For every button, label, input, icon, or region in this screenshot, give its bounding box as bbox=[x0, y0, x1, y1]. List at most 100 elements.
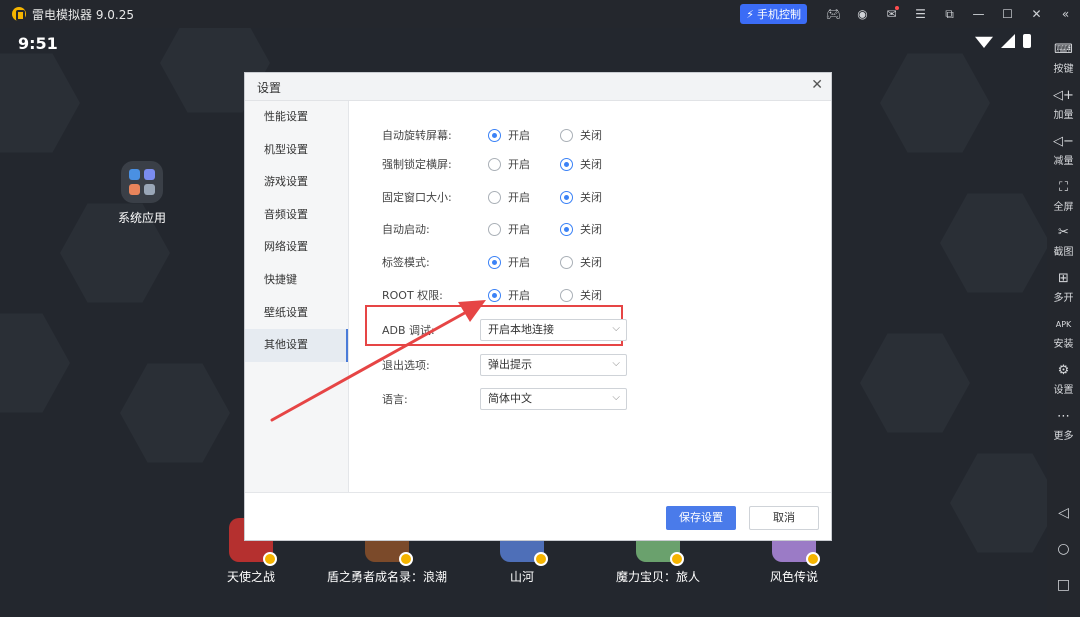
app-title: 雷电模拟器 9.0.25 bbox=[32, 7, 134, 22]
nav-item-other[interactable]: 其他设置 bbox=[245, 329, 348, 362]
gamepad-icon[interactable]: 🎮︎ bbox=[819, 0, 848, 28]
app-label: 天使之战 bbox=[226, 570, 275, 584]
setting-row: 自动启动: 开启 关闭 bbox=[349, 219, 831, 239]
recents-icon[interactable]: □ bbox=[1047, 577, 1080, 593]
sidebar-item-more[interactable]: ⋯ 更多 bbox=[1047, 409, 1080, 442]
language-select[interactable]: 简体中文 ⌵ bbox=[480, 388, 627, 410]
sidebar-item-volume-up[interactable]: ◁+ 加量 bbox=[1047, 88, 1080, 121]
wifi-icon bbox=[975, 36, 993, 48]
phone-control-button[interactable]: ⚡ 手机控制 bbox=[740, 4, 807, 24]
battery-icon bbox=[1023, 34, 1031, 48]
setting-label: 退出选项: bbox=[382, 359, 430, 372]
folder-icon bbox=[121, 161, 163, 203]
dialog-header: 设置 ✕ bbox=[245, 73, 831, 101]
nav-item-game[interactable]: 游戏设置 bbox=[245, 166, 348, 199]
sidebar-item-multi-open[interactable]: ⊞ 多开 bbox=[1047, 271, 1080, 304]
radio-off[interactable]: 关闭 bbox=[560, 189, 602, 205]
radio-unselected-icon bbox=[560, 128, 573, 142]
chevron-down-icon: ⌵ bbox=[612, 358, 620, 369]
settings-icon: ⚙ bbox=[1057, 363, 1070, 378]
radio-selected-icon bbox=[488, 255, 501, 269]
volume-up-icon: ◁+ bbox=[1053, 88, 1074, 103]
status-time: 9:51 bbox=[18, 34, 58, 53]
radio-on[interactable]: 开启 bbox=[488, 156, 530, 172]
setting-row: 强制锁定横屏: 开启 关闭 bbox=[349, 154, 831, 174]
mail-icon[interactable]: ✉ bbox=[877, 0, 906, 28]
nav-item-audio[interactable]: 音频设置 bbox=[245, 199, 348, 232]
volume-down-icon: ◁− bbox=[1053, 134, 1074, 149]
radio-on[interactable]: 开启 bbox=[488, 127, 530, 143]
setting-label: 固定窗口大小: bbox=[382, 191, 452, 204]
dialog-close-icon[interactable]: ✕ bbox=[811, 77, 823, 93]
radio-on[interactable]: 开启 bbox=[488, 254, 530, 270]
status-icons bbox=[975, 34, 1031, 48]
sidebar-item-settings[interactable]: ⚙ 设置 bbox=[1047, 363, 1080, 396]
settings-dialog: 设置 ✕ 性能设置 机型设置 游戏设置 音频设置 网络设置 快捷键 壁纸设置 其… bbox=[244, 72, 832, 541]
sidebar-item-fullscreen[interactable]: ⛶ 全屏 bbox=[1047, 180, 1080, 213]
cancel-button[interactable]: 取消 bbox=[749, 506, 819, 530]
nav-item-wallpaper[interactable]: 壁纸设置 bbox=[245, 297, 348, 330]
radio-off[interactable]: 关闭 bbox=[560, 287, 602, 303]
setting-label: 强制锁定横屏: bbox=[382, 158, 452, 171]
lightning-icon: ⚡ bbox=[746, 7, 754, 21]
maximize-icon[interactable]: ☐ bbox=[993, 0, 1022, 28]
radio-on[interactable]: 开启 bbox=[488, 287, 530, 303]
signal-icon bbox=[1001, 34, 1015, 48]
nav-item-performance[interactable]: 性能设置 bbox=[245, 101, 348, 134]
radio-off[interactable]: 关闭 bbox=[560, 127, 602, 143]
setting-row: ADB 调试: 开启本地连接 ⌵ bbox=[349, 319, 831, 341]
radio-selected-icon bbox=[560, 222, 573, 236]
app-label: 魔力宝贝：旅人 bbox=[615, 570, 700, 584]
dialog-title: 设置 bbox=[257, 81, 282, 95]
setting-label: 标签模式: bbox=[382, 256, 430, 269]
radio-on[interactable]: 开启 bbox=[488, 221, 530, 237]
setting-row-root: ROOT 权限: 开启 关闭 bbox=[349, 285, 831, 305]
nav-item-device-model[interactable]: 机型设置 bbox=[245, 134, 348, 167]
sidebar-item-volume-down[interactable]: ◁− 减量 bbox=[1047, 134, 1080, 167]
dialog-footer: 保存设置 取消 bbox=[245, 492, 831, 540]
setting-row: 语言: 简体中文 ⌵ bbox=[349, 388, 831, 410]
keyboard-icon: ⌨ bbox=[1054, 42, 1073, 57]
system-apps-label: 系统应用 bbox=[117, 211, 166, 225]
chevron-down-icon: ⌵ bbox=[612, 323, 620, 334]
close-icon[interactable]: ✕ bbox=[1022, 0, 1051, 28]
multi-open-icon: ⊞ bbox=[1058, 271, 1069, 286]
nav-item-network[interactable]: 网络设置 bbox=[245, 231, 348, 264]
sidebar-item-screenshot[interactable]: ✂ 截图 bbox=[1047, 225, 1080, 258]
radio-unselected-icon bbox=[488, 157, 501, 171]
app-label: 风色传说 bbox=[769, 570, 818, 584]
adb-debug-select[interactable]: 开启本地连接 ⌵ bbox=[480, 319, 627, 341]
user-icon[interactable]: ◉ bbox=[848, 0, 877, 28]
setting-row: 固定窗口大小: 开启 关闭 bbox=[349, 187, 831, 207]
radio-off[interactable]: 关闭 bbox=[560, 156, 602, 172]
minimize-icon[interactable]: — bbox=[964, 0, 993, 28]
settings-content: 自动旋转屏幕: 开启 关闭 强制锁定横屏: 开启 关闭 固定窗口大小: 开启 关… bbox=[349, 101, 831, 492]
app-label: 盾之勇者成名录：浪潮 bbox=[327, 570, 448, 584]
save-settings-button[interactable]: 保存设置 bbox=[666, 506, 736, 530]
nav-item-shortcuts[interactable]: 快捷键 bbox=[245, 264, 348, 297]
settings-nav: 性能设置 机型设置 游戏设置 音频设置 网络设置 快捷键 壁纸设置 其他设置 bbox=[245, 101, 349, 492]
restore-window-icon[interactable]: ⧉ bbox=[935, 0, 964, 28]
radio-unselected-icon bbox=[560, 255, 573, 269]
more-icon: ⋯ bbox=[1057, 409, 1070, 424]
menu-icon[interactable]: ☰ bbox=[906, 0, 935, 28]
sidebar-item-install[interactable]: APK 安装 bbox=[1047, 317, 1080, 350]
radio-on[interactable]: 开启 bbox=[488, 189, 530, 205]
setting-label: ADB 调试: bbox=[382, 324, 435, 337]
exit-option-select[interactable]: 弹出提示 ⌵ bbox=[480, 354, 627, 376]
collapse-sidebar-icon[interactable]: « bbox=[1051, 0, 1080, 28]
home-icon[interactable]: ○ bbox=[1047, 541, 1080, 557]
system-apps-folder[interactable]: 系统应用 bbox=[112, 161, 172, 226]
setting-label: 自动启动: bbox=[382, 223, 430, 236]
radio-selected-icon bbox=[560, 190, 573, 204]
sidebar-item-keymap[interactable]: ⌨ 按键 bbox=[1047, 42, 1080, 75]
phone-control-label: 手机控制 bbox=[757, 8, 801, 21]
setting-label: 语言: bbox=[382, 393, 408, 406]
back-icon[interactable]: ◁ bbox=[1047, 505, 1080, 521]
radio-off[interactable]: 关闭 bbox=[560, 254, 602, 270]
radio-unselected-icon bbox=[560, 288, 573, 302]
radio-unselected-icon bbox=[488, 190, 501, 204]
radio-off[interactable]: 关闭 bbox=[560, 221, 602, 237]
setting-row: 自动旋转屏幕: 开启 关闭 bbox=[349, 125, 831, 145]
fullscreen-icon: ⛶ bbox=[1058, 180, 1069, 195]
